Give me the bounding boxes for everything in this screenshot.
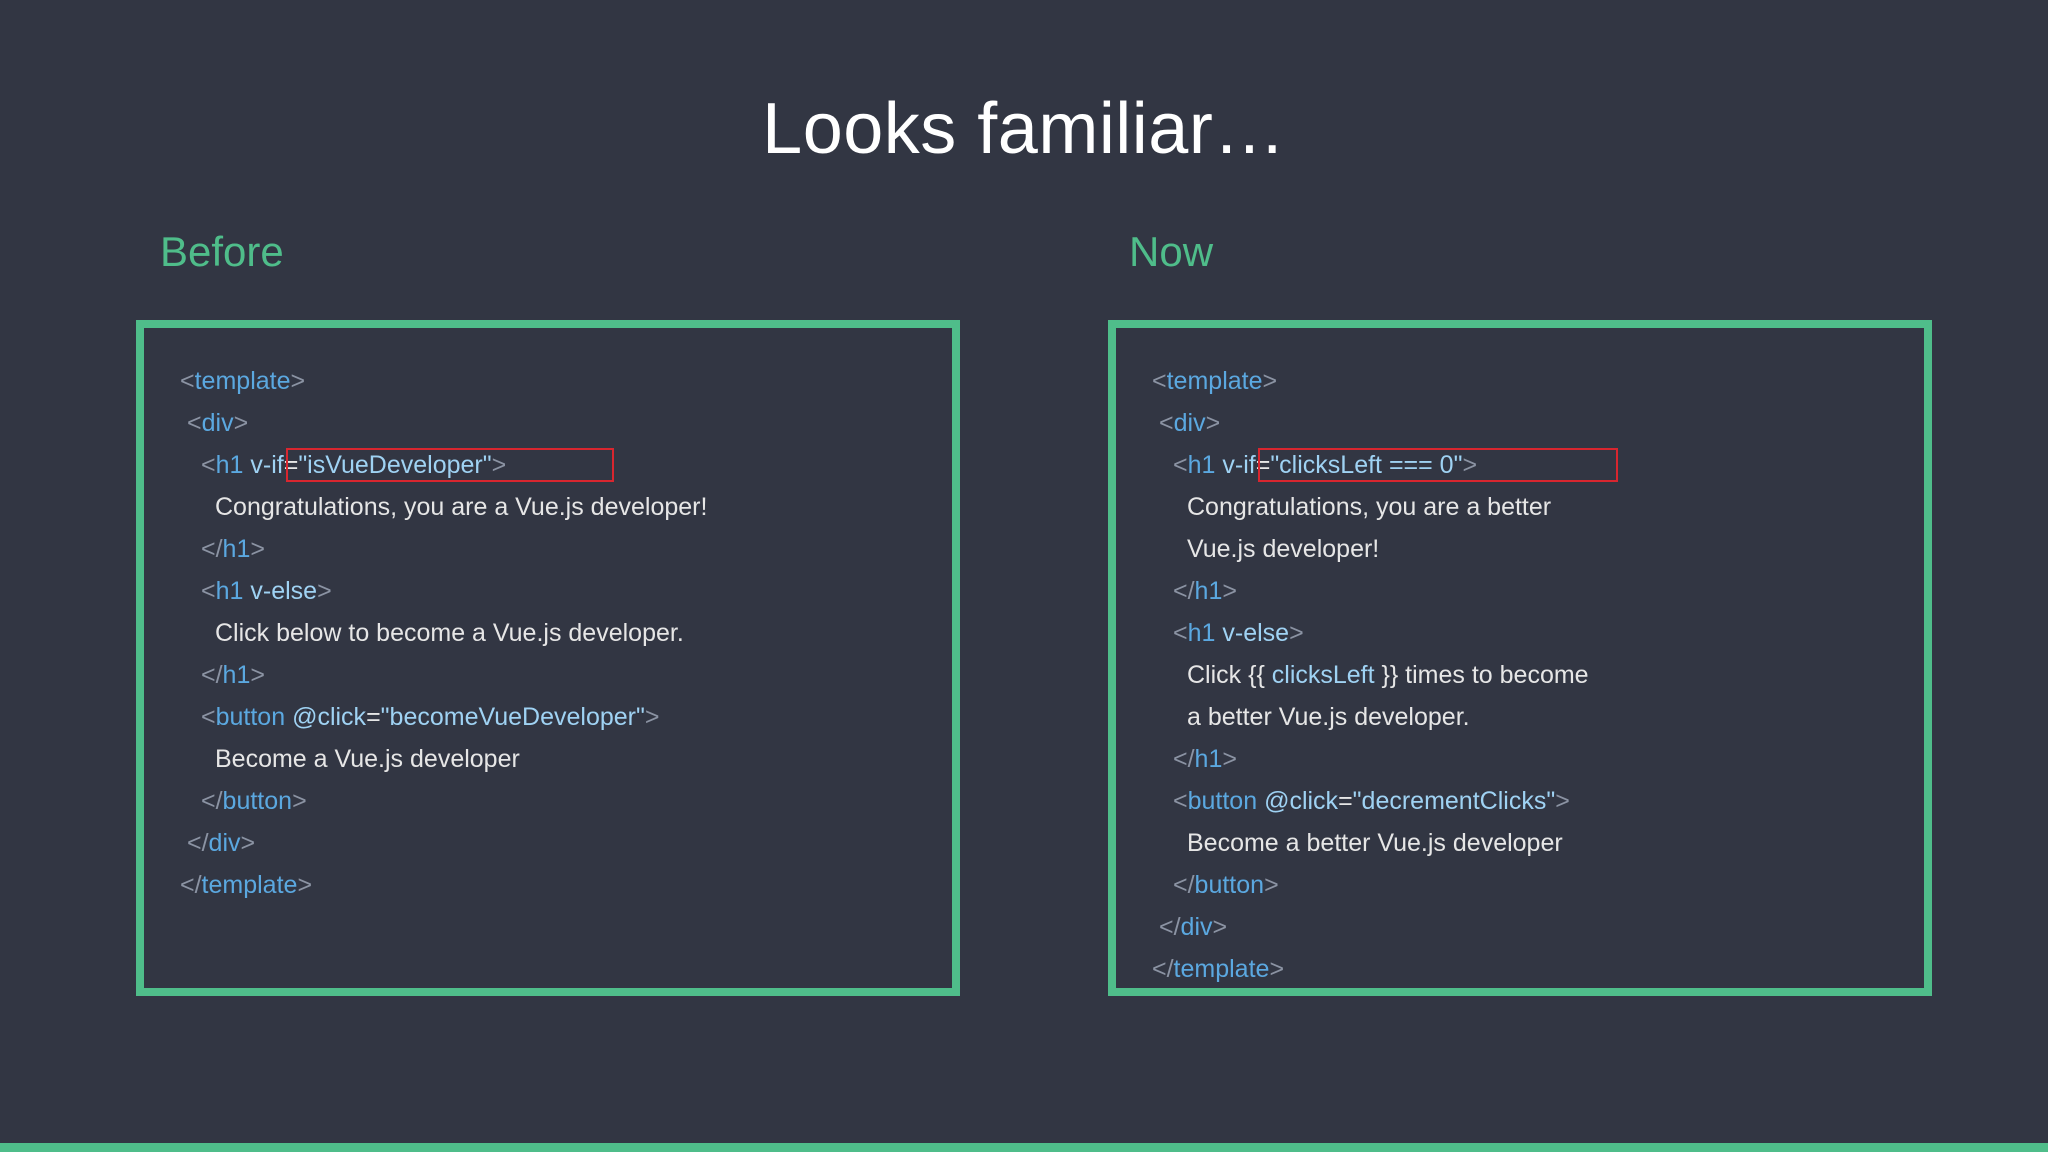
code-line: <div> xyxy=(187,409,249,437)
bottom-accent-bar xyxy=(0,1143,2048,1152)
code-line: </h1> xyxy=(1173,745,1237,773)
before-code-panel: <template> <div> <h1 v-if="isVueDevelope… xyxy=(136,320,960,996)
code-line: <h1 v-else> xyxy=(1173,619,1304,647)
code-line: Vue.js developer! xyxy=(1187,535,1380,563)
code-line: </h1> xyxy=(201,535,265,563)
slide-title: Looks familiar… xyxy=(762,89,1286,169)
code-line: </div> xyxy=(187,829,256,857)
code-line: </button> xyxy=(1173,871,1279,899)
code-line: </div> xyxy=(1159,913,1228,941)
code-line: </h1> xyxy=(1173,577,1237,605)
code-line: <h1 v-else> xyxy=(201,577,332,605)
code-line: Become a Vue.js developer xyxy=(215,745,520,773)
code-line: <button @click="becomeVueDeveloper"> xyxy=(201,703,660,731)
code-line: <template> xyxy=(180,367,306,395)
code-line: Congratulations, you are a Vue.js develo… xyxy=(215,493,708,521)
code-line: </button> xyxy=(201,787,307,815)
highlight-box xyxy=(286,448,614,482)
code-line: Click below to become a Vue.js developer… xyxy=(215,619,684,647)
code-line: <div> xyxy=(1159,409,1221,437)
code-line: Congratulations, you are a better xyxy=(1187,493,1552,521)
now-heading: Now xyxy=(1129,228,1214,275)
code-line: <button @click="decrementClicks"> xyxy=(1173,787,1570,815)
code-line: </template> xyxy=(180,871,313,899)
code-line: <template> xyxy=(1152,367,1278,395)
before-heading: Before xyxy=(160,228,284,275)
highlight-box xyxy=(1258,448,1618,482)
code-line: Click {{ clicksLeft }} times to become xyxy=(1187,661,1589,689)
code-line: </h1> xyxy=(201,661,265,689)
code-line: </template> xyxy=(1152,955,1285,983)
now-code-panel: <template> <div> <h1 v-if="clicksLeft ==… xyxy=(1108,320,1932,996)
code-line: Become a better Vue.js developer xyxy=(1187,829,1563,857)
code-line: a better Vue.js developer. xyxy=(1187,703,1470,731)
